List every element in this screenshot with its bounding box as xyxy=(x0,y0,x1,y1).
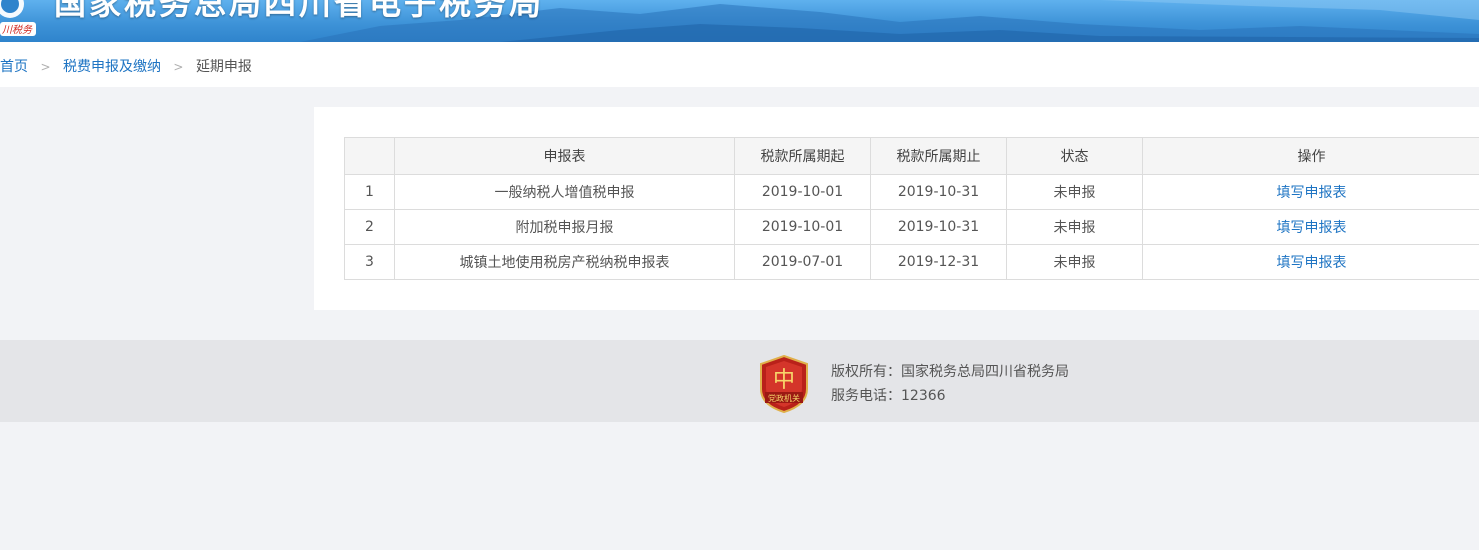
badge-label: 党政机关 xyxy=(768,393,800,403)
breadcrumb-separator: > xyxy=(40,60,51,74)
row-index: 2 xyxy=(344,209,395,245)
row-period-end: 2019-10-31 xyxy=(870,209,1007,245)
row-form-name: 附加税申报月报 xyxy=(394,209,735,245)
content-panel: 申报表 税款所属期起 税款所属期止 状态 操作 1 一般纳税人增值税申报 201… xyxy=(314,107,1479,310)
col-form-header: 申报表 xyxy=(394,137,735,175)
svg-text:中: 中 xyxy=(773,368,795,393)
row-period-start: 2019-10-01 xyxy=(734,174,871,210)
copyright-text: 版权所有：国家税务总局四川省税务局 xyxy=(831,364,1069,380)
footer: 中 党政机关 版权所有：国家税务总局四川省税务局 服务电话：12366 xyxy=(0,340,1479,422)
table-row: 3 城镇土地使用税房产税纳税申报表 2019-07-01 2019-12-31 … xyxy=(344,244,1479,280)
col-index-header xyxy=(344,137,395,175)
breadcrumb: 首页 > 税费申报及缴纳 > 延期申报 xyxy=(0,56,252,76)
col-period-end-header: 税款所属期止 xyxy=(870,137,1007,175)
row-status: 未申报 xyxy=(1006,174,1143,210)
table-row: 1 一般纳税人增值税申报 2019-10-01 2019-10-31 未申报 填… xyxy=(344,174,1479,210)
table-header-row: 申报表 税款所属期起 税款所属期止 状态 操作 xyxy=(344,137,1479,175)
fill-form-link[interactable]: 填写申报表 xyxy=(1277,255,1347,271)
row-status: 未申报 xyxy=(1006,244,1143,280)
row-form-name: 一般纳税人增值税申报 xyxy=(394,174,735,210)
row-form-name: 城镇土地使用税房产税纳税申报表 xyxy=(394,244,735,280)
row-period-start: 2019-10-01 xyxy=(734,209,871,245)
footer-info: 版权所有：国家税务总局四川省税务局 服务电话：12366 xyxy=(831,360,1069,408)
breadcrumb-tax-declaration[interactable]: 税费申报及缴纳 xyxy=(63,59,161,75)
breadcrumb-bar: 首页 > 税费申报及缴纳 > 延期申报 xyxy=(0,42,1479,87)
col-status-header: 状态 xyxy=(1006,137,1143,175)
row-action-cell: 填写申报表 xyxy=(1142,174,1479,210)
col-action-header: 操作 xyxy=(1142,137,1479,175)
row-action-cell: 填写申报表 xyxy=(1142,209,1479,245)
breadcrumb-separator: > xyxy=(173,60,184,74)
site-title: 国家税务总局四川省电子税务局 xyxy=(54,0,545,22)
row-index: 1 xyxy=(344,174,395,210)
fill-form-link[interactable]: 填写申报表 xyxy=(1277,185,1347,201)
hotline-text: 服务电话：12366 xyxy=(831,388,946,404)
breadcrumb-current: 延期申报 xyxy=(195,59,252,75)
logo-script: 川税务 xyxy=(2,24,33,36)
row-status: 未申报 xyxy=(1006,209,1143,245)
row-action-cell: 填写申报表 xyxy=(1142,244,1479,280)
row-period-end: 2019-12-31 xyxy=(870,244,1007,280)
col-period-start-header: 税款所属期起 xyxy=(734,137,871,175)
fill-form-link[interactable]: 填写申报表 xyxy=(1277,220,1347,236)
table-row: 2 附加税申报月报 2019-10-01 2019-10-31 未申报 填写申报… xyxy=(344,209,1479,245)
row-period-start: 2019-07-01 xyxy=(734,244,871,280)
row-index: 3 xyxy=(344,244,395,280)
declaration-table: 申报表 税款所属期起 税款所属期止 状态 操作 1 一般纳税人增值税申报 201… xyxy=(344,137,1479,280)
breadcrumb-home[interactable]: 首页 xyxy=(0,59,28,75)
header-banner: 川税务 国家税务总局四川省电子税务局 xyxy=(0,0,1479,42)
party-government-badge-icon[interactable]: 中 党政机关 xyxy=(759,354,809,417)
row-period-end: 2019-10-31 xyxy=(870,174,1007,210)
